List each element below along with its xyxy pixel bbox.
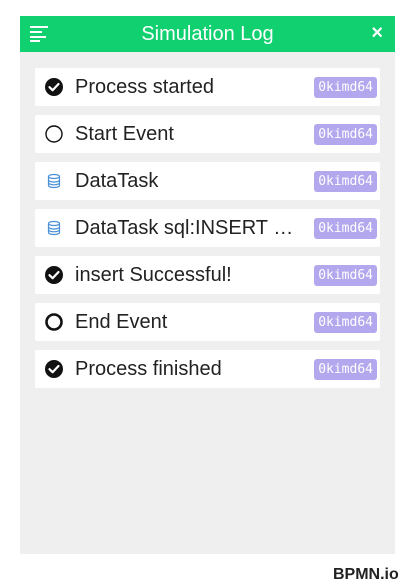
log-entry: End Event 0kimd64 [35,303,380,341]
panel-header: Simulation Log × [20,16,395,52]
bold-circle-outline-icon [45,313,63,331]
entry-text: DataTask [75,170,159,192]
element-id-badge[interactable]: 0kimd64 [314,218,377,239]
element-id-badge[interactable]: 0kimd64 [314,77,377,98]
element-id-badge[interactable]: 0kimd64 [314,359,377,380]
panel-title: Simulation Log [141,23,274,45]
log-entry: Process started 0kimd64 [35,68,380,106]
entry-text: Start Event [75,123,174,145]
close-icon[interactable]: × [371,22,383,44]
element-id-badge[interactable]: 0kimd64 [314,265,377,286]
log-list: Process started 0kimd64 Start Event 0kim… [35,68,380,397]
log-entry: DataTask 0kimd64 [35,162,380,200]
element-id-badge[interactable]: 0kimd64 [314,124,377,145]
check-circle-icon [45,266,63,284]
entry-text: Process finished [75,358,222,380]
bpmn-io-watermark[interactable]: BPMN.io [333,566,399,584]
entry-text: insert Successful! [75,264,232,286]
log-entry: Process finished 0kimd64 [35,350,380,388]
log-entry: Start Event 0kimd64 [35,115,380,153]
database-icon [47,220,61,236]
circle-outline-icon [45,125,63,143]
log-entry: DataTask sql:INSERT INTO 0kimd64 [35,209,380,247]
entry-text: Process started [75,76,214,98]
element-id-badge[interactable]: 0kimd64 [314,312,377,333]
check-circle-icon [45,360,63,378]
entry-text: DataTask sql:INSERT INTO [75,217,297,239]
database-icon [47,173,61,189]
log-entry: insert Successful! 0kimd64 [35,256,380,294]
check-circle-icon [45,78,63,96]
entry-text: End Event [75,311,168,333]
element-id-badge[interactable]: 0kimd64 [314,171,377,192]
simulation-log-panel: Simulation Log × Process started 0kimd64… [20,16,395,554]
